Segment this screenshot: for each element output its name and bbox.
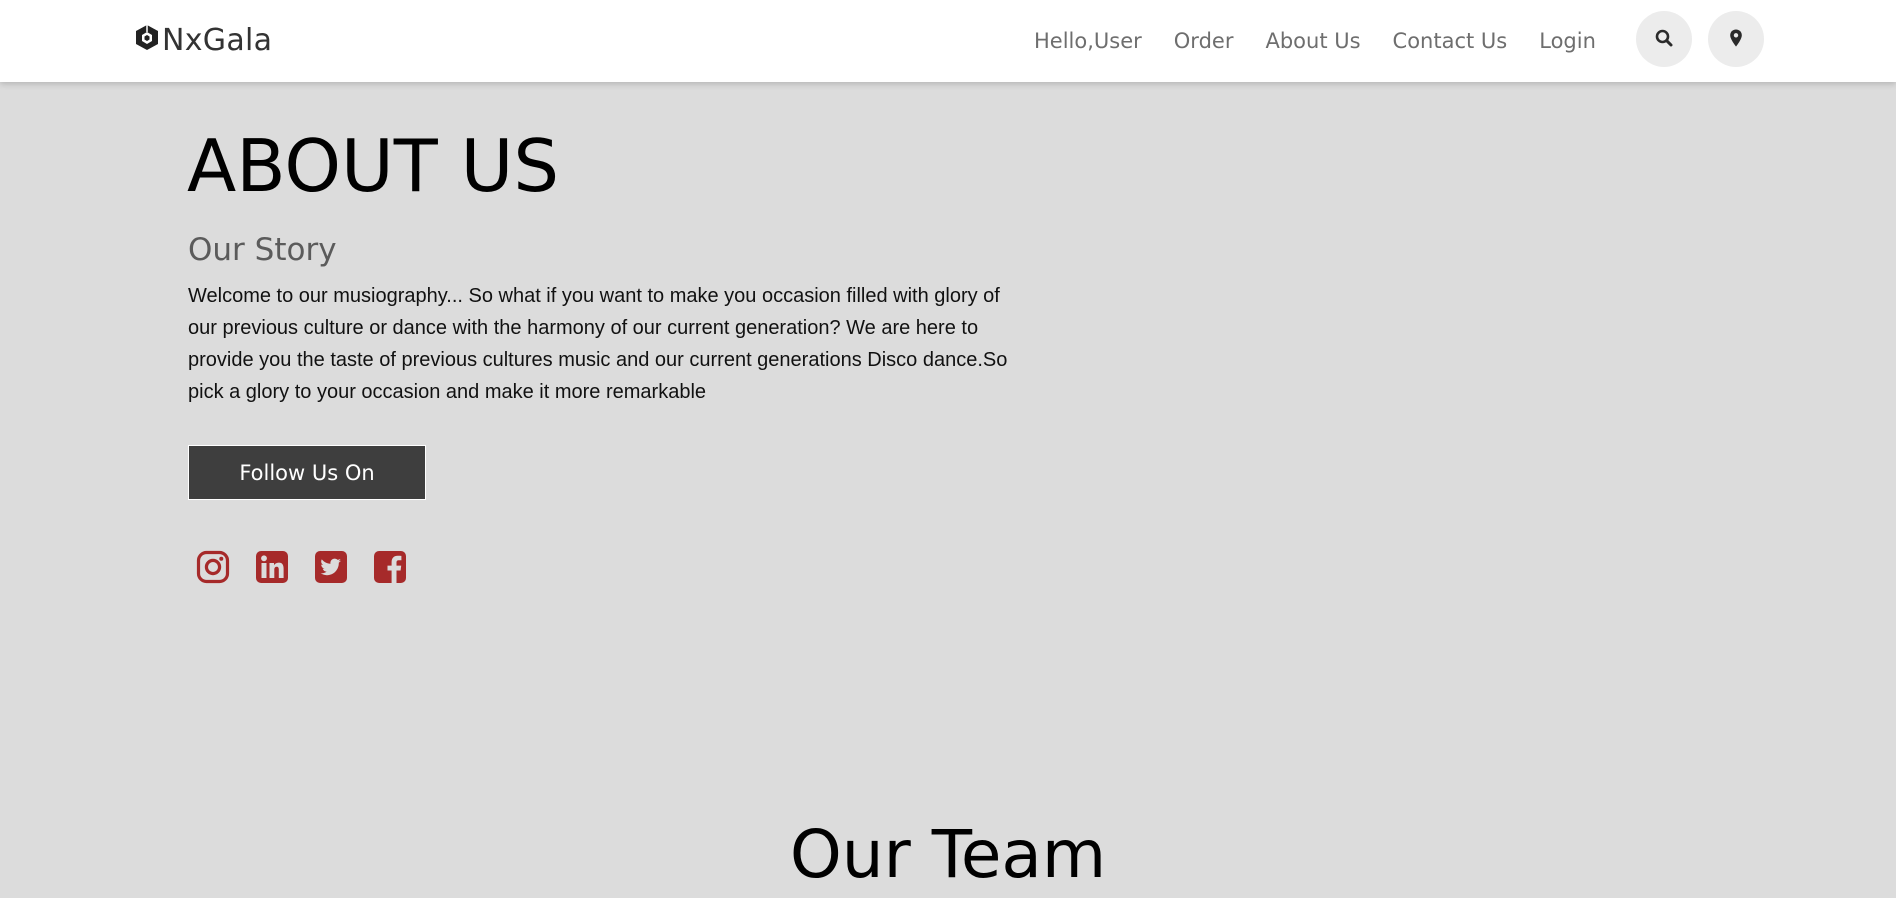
location-button[interactable] — [1708, 11, 1764, 67]
team-heading: Our Team — [789, 816, 1107, 893]
social-links — [196, 550, 407, 584]
search-button[interactable] — [1636, 11, 1692, 67]
follow-us-button[interactable]: Follow Us On — [188, 445, 426, 500]
nav-links: Hello,User Order About Us Contact Us Log… — [1034, 22, 1628, 60]
navbar: NxGala Hello,User Order About Us Contact… — [0, 0, 1896, 82]
instagram-icon[interactable] — [196, 550, 230, 584]
nav-link-order[interactable]: Order — [1174, 29, 1234, 53]
hexagon-logo-icon — [134, 23, 162, 57]
nav-link-about-us[interactable]: About Us — [1265, 29, 1360, 53]
nav-link-hello-user[interactable]: Hello,User — [1034, 29, 1142, 53]
brand-link[interactable]: NxGala — [134, 20, 272, 60]
map-marker-icon — [1726, 28, 1746, 51]
story-heading: Our Story — [188, 232, 337, 268]
story-text: Welcome to our musiography... So what if… — [188, 285, 1008, 403]
brand-name: NxGala — [162, 22, 273, 58]
nav-link-contact-us[interactable]: Contact Us — [1393, 29, 1508, 53]
facebook-icon[interactable] — [373, 550, 407, 584]
nav-link-login[interactable]: Login — [1539, 29, 1596, 53]
search-icon — [1654, 28, 1674, 51]
linkedin-icon[interactable] — [255, 550, 289, 584]
page-title: ABOUT US — [187, 124, 560, 208]
twitter-icon[interactable] — [314, 550, 348, 584]
